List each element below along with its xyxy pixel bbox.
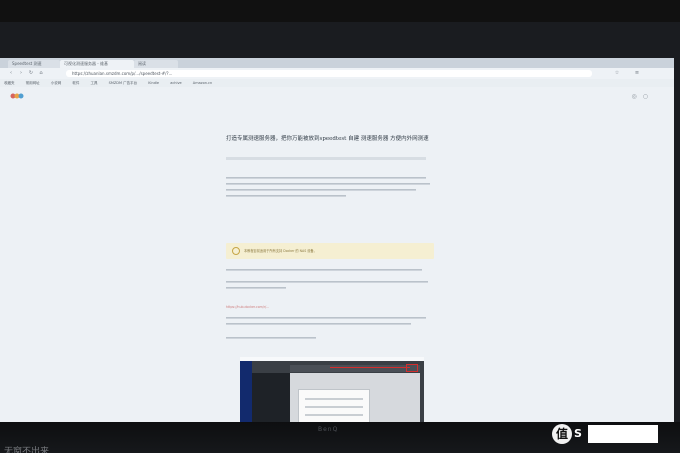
notice-text: 本教程目前适用于所有支持 Docker 的 NAS 设备。 xyxy=(244,249,317,253)
monitor-brand-label: BenQ xyxy=(318,426,339,433)
refresh-icon[interactable]: ↻ xyxy=(28,70,34,76)
extension-icon[interactable]: ☆ xyxy=(614,70,620,76)
page-top-icons[interactable]: ◎○ xyxy=(632,93,654,100)
bookmark-item[interactable]: 常用网址 xyxy=(26,79,40,87)
article-body: 打造专属测速服务器，把你万能被放到speedtest 自建 测速服务器 方便内外… xyxy=(226,87,436,444)
article-paragraph xyxy=(226,315,431,351)
browser-tab-active[interactable]: 可视化测速服务器 - 维基 xyxy=(60,60,134,68)
article-link[interactable]: https://hub.docker.com/r/... xyxy=(226,305,269,309)
paragraph-lines xyxy=(226,269,428,289)
dialog-field xyxy=(305,406,363,408)
photo-frame: Speedtest 测速 可视化测速服务器 - 维基 阅读 ‹ › ↻ ⌂ ht… xyxy=(0,0,680,453)
bookmark-item[interactable]: Kindle xyxy=(148,79,159,87)
bookmark-item[interactable]: 收藏夹 xyxy=(4,79,15,87)
bookmark-item[interactable]: Amazon.cn xyxy=(193,79,212,87)
bookmark-item[interactable]: 小说网 xyxy=(51,79,62,87)
menu-icon[interactable]: ≡ xyxy=(634,70,640,76)
address-input[interactable]: https://zhuanlan.smzdm.com/p/.../speedte… xyxy=(66,70,592,77)
watermark-mask xyxy=(588,425,658,443)
dialog-field xyxy=(305,414,363,416)
back-icon[interactable]: ‹ xyxy=(8,70,14,76)
bookmarks-bar: 收藏夹 常用网址 小说网 软件 工具 SMZDM 广告平台 Kindle ach… xyxy=(0,79,674,87)
watermark: 值 S xyxy=(552,422,670,446)
reflection-text: 无窗不出来 xyxy=(4,447,50,453)
watermark-badge-icon: 值 xyxy=(552,424,572,444)
notice-banner: 本教程目前适用于所有支持 Docker 的 NAS 设备。 xyxy=(226,243,434,259)
bookmark-item[interactable]: 软件 xyxy=(72,79,79,87)
browser-tab[interactable]: Speedtest 测速 xyxy=(8,60,60,68)
article-paragraph xyxy=(226,267,431,297)
web-page: ◎○ 打造专属测速服务器，把你万能被放到speedtest 自建 测速服务器 方… xyxy=(0,87,674,444)
article-title: 打造专属测速服务器，把你万能被放到speedtest 自建 测速服务器 方便内外… xyxy=(226,136,429,142)
bookmark-item[interactable]: achive xyxy=(170,79,181,87)
watermark-text: S xyxy=(574,427,583,440)
forward-icon[interactable]: › xyxy=(18,70,24,76)
home-icon[interactable]: ⌂ xyxy=(38,70,44,76)
red-annotation-box xyxy=(406,364,418,372)
paragraph-lines xyxy=(226,317,426,339)
info-icon xyxy=(232,247,240,255)
bookmark-item[interactable]: 工具 xyxy=(91,79,98,87)
monitor-screen: Speedtest 测速 可视化测速服务器 - 维基 阅读 ‹ › ↻ ⌂ ht… xyxy=(0,58,674,444)
article-paragraph xyxy=(226,175,431,201)
browser-tab-bar: Speedtest 测速 可视化测速服务器 - 维基 阅读 xyxy=(0,58,674,68)
monitor-bezel: Speedtest 测速 可视化测速服务器 - 维基 阅读 ‹ › ↻ ⌂ ht… xyxy=(0,22,680,444)
browser-toolbar: ‹ › ↻ ⌂ https://zhuanlan.smzdm.com/p/...… xyxy=(0,68,674,79)
red-annotation-line xyxy=(330,367,410,368)
site-logo-icon[interactable] xyxy=(10,91,24,101)
browser-tab[interactable]: 阅读 xyxy=(134,60,178,68)
dialog-field xyxy=(305,398,363,400)
article-meta-bar xyxy=(226,157,426,160)
paragraph-lines xyxy=(226,177,430,197)
bookmark-item[interactable]: SMZDM 广告平台 xyxy=(109,79,137,87)
